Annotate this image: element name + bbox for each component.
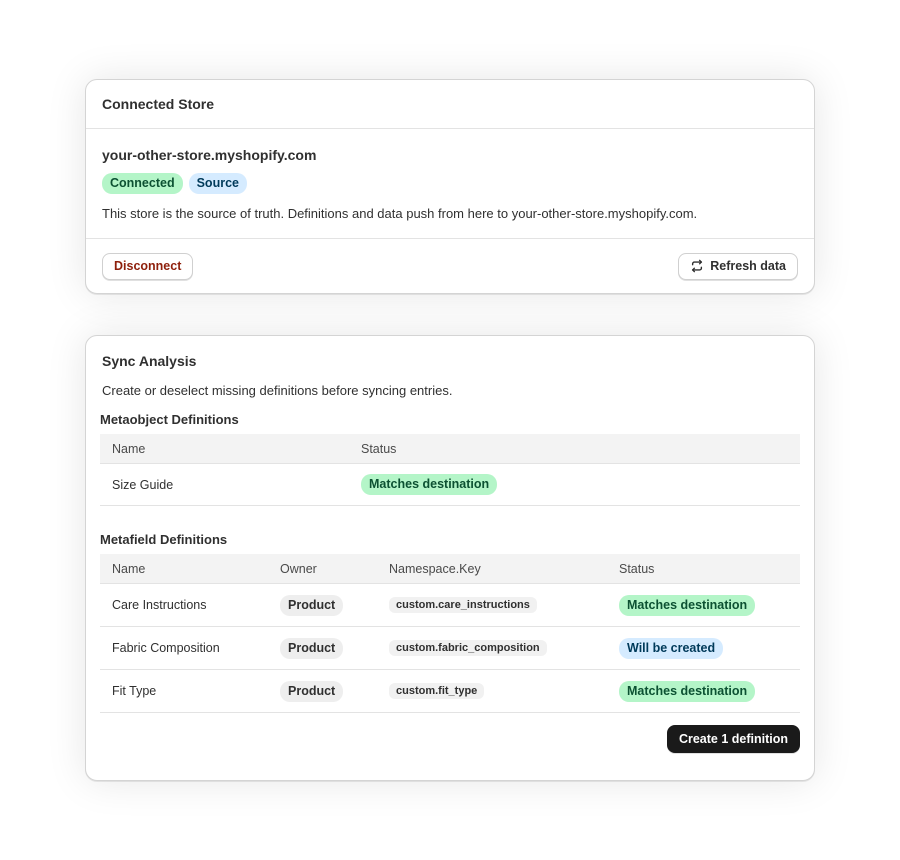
status-badge: Matches destination: [361, 474, 498, 495]
row-name: Size Guide: [100, 463, 349, 506]
refresh-data-button[interactable]: Refresh data: [678, 252, 798, 280]
card-footer: Disconnect Refresh data: [86, 239, 814, 293]
store-description: This store is the source of truth. Defin…: [102, 206, 698, 221]
column-header-owner: Owner: [268, 554, 377, 584]
owner-badge: Product: [280, 637, 344, 659]
connected-store-card: Connected Store your-other-store.myshopi…: [85, 79, 815, 294]
column-header-name: Name: [100, 554, 268, 584]
row-name: Fit Type: [100, 669, 268, 713]
sync-analysis-title: Sync Analysis: [102, 353, 197, 369]
namespace-key: custom.care_instructions: [389, 597, 537, 613]
status-badge: Matches destination: [619, 594, 756, 616]
badge-group: Connected Source: [102, 173, 798, 194]
store-domain: your-other-store.myshopify.com: [102, 147, 317, 163]
namespace-key: custom.fabric_composition: [389, 640, 547, 656]
action-row: Create 1 definition: [100, 725, 800, 753]
table-row: Fabric Composition Product custom.fabric…: [100, 626, 800, 670]
metaobject-table: Name Status Size Guide Matches destinati…: [100, 434, 800, 506]
owner-badge: Product: [280, 680, 344, 702]
table-row: Care Instructions Product custom.care_in…: [100, 583, 800, 627]
store-info: your-other-store.myshopify.com Connected…: [86, 129, 814, 239]
refresh-icon: [690, 259, 704, 273]
namespace-key: custom.fit_type: [389, 683, 485, 699]
card-title: Connected Store: [102, 96, 215, 112]
sync-analysis-card: Sync Analysis Create or deselect missing…: [85, 335, 815, 781]
metaobject-section-title: Metaobject Definitions: [100, 412, 239, 427]
card-header: Connected Store: [86, 80, 814, 129]
column-header-status: Status: [349, 434, 800, 464]
status-badge: Will be created: [619, 637, 724, 659]
connected-badge: Connected: [102, 173, 183, 194]
table-header-row: Name Status: [100, 434, 800, 464]
column-header-name: Name: [100, 434, 349, 464]
table-row: Size Guide Matches destination: [100, 463, 800, 506]
create-definition-button[interactable]: Create 1 definition: [666, 725, 800, 753]
table-header-row: Name Owner Namespace.Key Status: [100, 554, 800, 584]
sync-analysis-subtitle: Create or deselect missing definitions b…: [102, 383, 453, 398]
disconnect-button[interactable]: Disconnect: [102, 252, 194, 280]
column-header-status: Status: [607, 554, 800, 584]
table-row: Fit Type Product custom.fit_type Matches…: [100, 669, 800, 713]
column-header-namespace-key: Namespace.Key: [377, 554, 607, 584]
row-name: Care Instructions: [100, 583, 268, 627]
status-badge: Matches destination: [619, 680, 756, 702]
owner-badge: Product: [280, 594, 344, 616]
row-name: Fabric Composition: [100, 626, 268, 670]
metafield-section-title: Metafield Definitions: [100, 532, 228, 547]
metafield-table: Name Owner Namespace.Key Status Care Ins…: [100, 554, 800, 713]
source-badge: Source: [188, 173, 247, 194]
refresh-data-label: Refresh data: [710, 259, 786, 273]
